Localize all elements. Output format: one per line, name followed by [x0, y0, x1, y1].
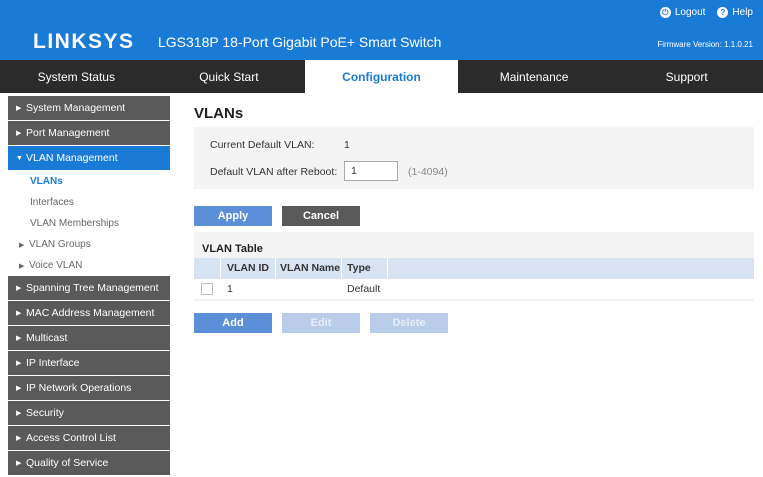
sidebar-item-label: Spanning Tree Management — [26, 282, 159, 294]
tab-system-status[interactable]: System Status — [0, 60, 153, 93]
chevron-right-icon: ▶ — [16, 130, 22, 137]
product-title: LGS318P 18-Port Gigabit PoE+ Smart Switc… — [158, 34, 442, 50]
chevron-right-icon: ▶ — [16, 460, 22, 467]
sidebar-item-label: Access Control List — [26, 432, 116, 444]
linksys-logo: LINKSYS — [33, 30, 135, 53]
chevron-right-icon: ▶ — [16, 310, 22, 317]
current-default-vlan-value: 1 — [344, 139, 350, 151]
chevron-right-icon: ▶ — [16, 435, 22, 442]
sidebar-item-quality-of-service[interactable]: ▶ Quality of Service — [8, 451, 170, 475]
column-divider — [387, 258, 388, 279]
chevron-right-icon: ▶ — [16, 285, 22, 292]
sidebar-item-label: IP Interface — [26, 357, 80, 369]
sidebar-item-access-control-list[interactable]: ▶ Access Control List — [8, 426, 170, 450]
column-divider — [220, 258, 221, 279]
sidebar-item-label: Quality of Service — [26, 457, 109, 469]
table-row: 1 Default — [194, 279, 754, 299]
firmware-version: Firmware Version: 1.1.0.21 — [657, 40, 753, 49]
vlan-table: VLAN Table VLAN ID VLAN Name Type 1 Defa… — [194, 232, 754, 301]
cell-vlan-id: 1 — [227, 283, 233, 295]
edit-button[interactable]: Edit — [282, 313, 360, 333]
column-header-vlan-id: VLAN ID — [227, 262, 269, 274]
sidebar-sub-label: Voice VLAN — [29, 260, 83, 271]
sidebar-sub-vlan-groups[interactable]: ▶ VLAN Groups — [8, 234, 170, 255]
tab-maintenance[interactable]: Maintenance — [458, 60, 611, 93]
sidebar-item-port-management[interactable]: ▶ Port Management — [8, 121, 170, 145]
cancel-button[interactable]: Cancel — [282, 206, 360, 226]
default-vlan-after-reboot-input[interactable]: 1 — [344, 161, 398, 181]
sidebar-item-vlan-management[interactable]: ▼ VLAN Management — [8, 146, 170, 170]
sidebar-item-system-management[interactable]: ▶ System Management — [8, 96, 170, 120]
tab-support[interactable]: Support — [610, 60, 763, 93]
vlan-table-header: VLAN ID VLAN Name Type — [194, 258, 754, 279]
chevron-right-icon: ▶ — [16, 385, 22, 392]
main-nav: System Status Quick Start Configuration … — [0, 60, 763, 93]
column-divider — [275, 258, 276, 279]
power-icon: ⏻ — [659, 7, 671, 18]
tab-configuration[interactable]: Configuration — [305, 60, 458, 93]
chevron-right-icon: ▶ — [16, 360, 22, 367]
column-header-vlan-name: VLAN Name — [280, 262, 341, 274]
help-link[interactable]: ? Help — [717, 7, 753, 18]
sidebar-item-label: VLAN Management — [26, 152, 118, 164]
chevron-right-icon: ▶ — [16, 335, 22, 342]
main-content: VLANs Current Default VLAN: 1 Default VL… — [194, 96, 754, 333]
vlan-table-title: VLAN Table — [202, 243, 263, 255]
sidebar-item-security[interactable]: ▶ Security — [8, 401, 170, 425]
row-select-checkbox[interactable] — [201, 283, 213, 295]
delete-button[interactable]: Delete — [370, 313, 448, 333]
sidebar-sub-voice-vlan[interactable]: ▶ Voice VLAN — [8, 255, 170, 276]
page-title: VLANs — [194, 105, 244, 122]
sidebar-item-ip-network-operations[interactable]: ▶ IP Network Operations — [8, 376, 170, 400]
sidebar: ▶ System Management ▶ Port Management ▼ … — [8, 96, 170, 477]
chevron-right-icon: ▶ — [19, 262, 25, 270]
logout-link[interactable]: ⏻ Logout — [659, 7, 706, 18]
sidebar-sub-vlan-memberships[interactable]: VLAN Memberships — [8, 213, 170, 234]
help-label: Help — [732, 7, 753, 18]
chevron-right-icon: ▶ — [16, 410, 22, 417]
tab-quick-start[interactable]: Quick Start — [153, 60, 306, 93]
vlan-range-hint: (1-4094) — [408, 166, 448, 178]
top-links: ⏻ Logout ? Help — [659, 7, 753, 18]
chevron-right-icon: ▶ — [19, 241, 25, 249]
sidebar-item-label: MAC Address Management — [26, 307, 155, 319]
sidebar-item-spanning-tree[interactable]: ▶ Spanning Tree Management — [8, 276, 170, 300]
add-button[interactable]: Add — [194, 313, 272, 333]
sidebar-sub-label: VLAN Groups — [29, 239, 91, 250]
chevron-down-icon: ▼ — [16, 154, 23, 162]
current-default-vlan-label: Current Default VLAN: — [210, 139, 315, 151]
column-header-type: Type — [347, 262, 371, 274]
sidebar-item-ip-interface[interactable]: ▶ IP Interface — [8, 351, 170, 375]
sidebar-item-label: Port Management — [26, 127, 110, 139]
cell-type: Default — [347, 283, 381, 295]
apply-button[interactable]: Apply — [194, 206, 272, 226]
column-divider — [341, 258, 342, 279]
sidebar-item-label: Multicast — [26, 332, 68, 344]
sidebar-sub-vlans[interactable]: VLANs — [8, 171, 170, 192]
logout-label: Logout — [674, 7, 706, 18]
sidebar-item-multicast[interactable]: ▶ Multicast — [8, 326, 170, 350]
sidebar-item-label: IP Network Operations — [26, 382, 132, 394]
default-vlan-after-reboot-label: Default VLAN after Reboot: — [210, 166, 338, 178]
sidebar-item-mac-address[interactable]: ▶ MAC Address Management — [8, 301, 170, 325]
header-bar: LINKSYS LGS318P 18-Port Gigabit PoE+ Sma… — [0, 0, 763, 60]
chevron-right-icon: ▶ — [16, 105, 22, 112]
sidebar-sub-interfaces[interactable]: Interfaces — [8, 192, 170, 213]
help-icon: ? — [717, 7, 729, 18]
sidebar-item-label: System Management — [26, 102, 126, 114]
sidebar-item-label: Security — [26, 407, 64, 419]
default-vlan-form: Current Default VLAN: 1 Default VLAN aft… — [194, 127, 754, 189]
